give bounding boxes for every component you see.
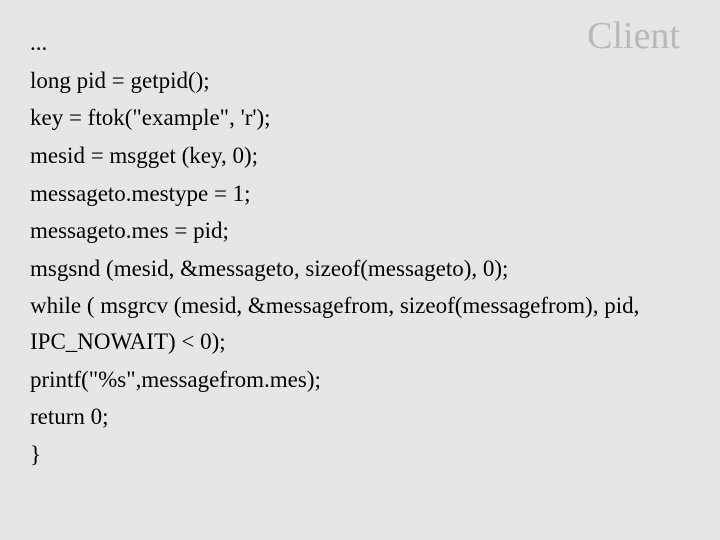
code-line: messageto.mestype = 1; (30, 176, 670, 212)
code-block: ... long pid = getpid(); key = ftok("exa… (30, 25, 670, 475)
code-line: while ( msgrcv (mesid, &messagefrom, siz… (30, 288, 670, 359)
code-line: ... (30, 25, 670, 61)
code-line: long pid = getpid(); (30, 63, 670, 99)
code-line: return 0; (30, 399, 670, 435)
code-line: messageto.mes = pid; (30, 213, 670, 249)
code-line: msgsnd (mesid, &messageto, sizeof(messag… (30, 251, 670, 287)
code-line: key = ftok("example", 'r'); (30, 100, 670, 136)
code-line: printf("%s",messagefrom.mes); (30, 362, 670, 398)
code-line: } (30, 437, 670, 473)
slide: Client ... long pid = getpid(); key = ft… (0, 0, 720, 540)
code-line: mesid = msgget (key, 0); (30, 138, 670, 174)
